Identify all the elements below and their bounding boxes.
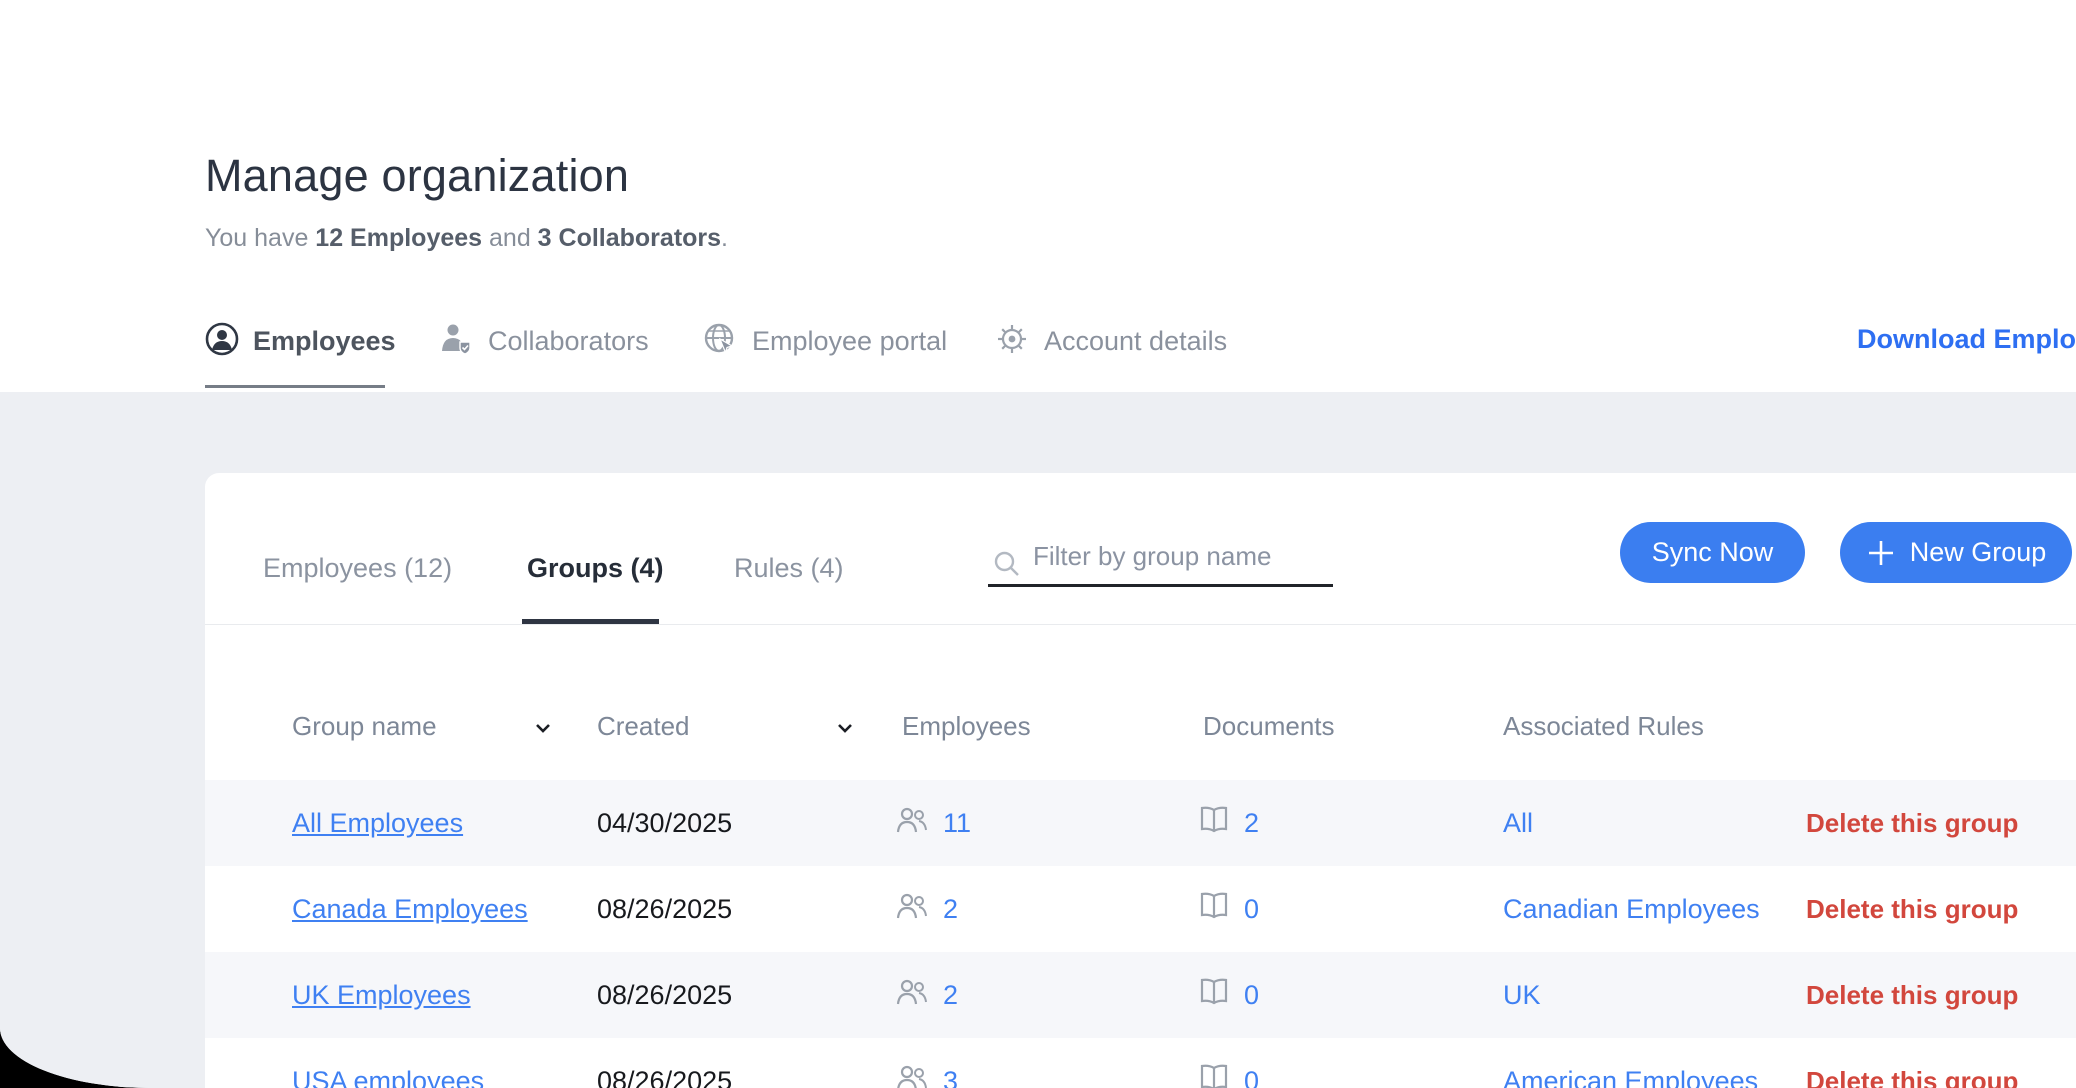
open-book-icon: [1198, 805, 1230, 842]
group-name-link[interactable]: UK Employees: [292, 980, 471, 1011]
employee-count-link[interactable]: 11: [943, 808, 971, 839]
tab-employees[interactable]: Employees: [205, 318, 396, 364]
person-shield-icon: [438, 321, 474, 362]
card-tabs-divider: [205, 624, 2076, 625]
new-group-button[interactable]: New Group: [1840, 522, 2072, 583]
table-row: Canada Employees 08/26/2025 2 0 Canadian…: [205, 866, 2076, 952]
sort-chevron-group-name[interactable]: [531, 716, 555, 745]
table-row: UK Employees 08/26/2025 2 0 UK Delete th…: [205, 952, 2076, 1038]
summary-prefix: You have: [205, 224, 315, 252]
groups-table-body: All Employees 04/30/2025 11 2 All Delete…: [205, 780, 2076, 1088]
associated-rule-link[interactable]: Canadian Employees: [1503, 866, 1760, 952]
summary-employee-count: 12 Employees: [315, 224, 482, 252]
org-summary: You have 12 Employees and 3 Collaborator…: [205, 224, 728, 253]
employee-count-link[interactable]: 2: [943, 980, 958, 1011]
delete-group-link[interactable]: Delete this group: [1806, 866, 2018, 952]
groups-card: Employees (12) Groups (4) Rules (4) Sync…: [205, 473, 2076, 1088]
download-employee-link[interactable]: Download Employee: [1857, 324, 2076, 355]
summary-suffix: .: [721, 224, 728, 252]
open-book-icon: [1198, 1063, 1230, 1088]
app-window: Manage organization You have 12 Employee…: [0, 0, 2076, 1088]
person-circle-icon: [205, 322, 239, 361]
associated-rule-link[interactable]: All: [1503, 780, 1533, 866]
document-count-link[interactable]: 2: [1244, 808, 1259, 839]
gear-icon: [994, 321, 1030, 362]
delete-group-link[interactable]: Delete this group: [1806, 780, 2018, 866]
plus-icon: [1866, 538, 1896, 568]
delete-group-link[interactable]: Delete this group: [1806, 1038, 2018, 1088]
tab-account-details[interactable]: Account details: [994, 318, 1227, 364]
globe-cursor-icon: [702, 321, 738, 362]
column-header-group-name[interactable]: Group name: [292, 711, 437, 742]
document-count-link[interactable]: 0: [1244, 894, 1259, 925]
tab-employee-portal-label: Employee portal: [752, 326, 947, 357]
associated-rule-link[interactable]: UK: [1503, 952, 1541, 1038]
open-book-icon: [1198, 891, 1230, 928]
table-row: USA employees 08/26/2025 3 0 American Em…: [205, 1038, 2076, 1088]
sort-chevron-created[interactable]: [833, 716, 857, 745]
tab-employees-label: Employees: [253, 326, 396, 357]
group-name-link[interactable]: All Employees: [292, 808, 463, 839]
associated-rule-link[interactable]: American Employees: [1503, 1038, 1758, 1088]
employee-count-link[interactable]: 3: [943, 1066, 958, 1088]
created-date: 04/30/2025: [597, 780, 732, 866]
summary-middle: and: [482, 224, 538, 252]
tab-account-details-label: Account details: [1044, 326, 1227, 357]
card-tab-groups[interactable]: Groups (4): [527, 551, 664, 585]
table-row: All Employees 04/30/2025 11 2 All Delete…: [205, 780, 2076, 866]
tab-employee-portal[interactable]: Employee portal: [702, 318, 947, 364]
column-header-employees: Employees: [902, 711, 1031, 742]
column-header-associated-rules: Associated Rules: [1503, 711, 1704, 742]
tab-collaborators-label: Collaborators: [488, 326, 649, 357]
created-date: 08/26/2025: [597, 952, 732, 1038]
column-header-documents: Documents: [1203, 711, 1335, 742]
screen: Manage organization You have 12 Employee…: [0, 0, 2076, 1088]
filter-by-group-name-input[interactable]: [988, 535, 1333, 587]
group-name-link[interactable]: Canada Employees: [292, 894, 528, 925]
card-tab-rules[interactable]: Rules (4): [734, 551, 844, 585]
document-count-link[interactable]: 0: [1244, 980, 1259, 1011]
active-tab-underline: [205, 385, 385, 388]
sync-now-button[interactable]: Sync Now: [1620, 522, 1805, 583]
created-date: 08/26/2025: [597, 1038, 732, 1088]
page-title: Manage organization: [205, 150, 629, 202]
delete-group-link[interactable]: Delete this group: [1806, 952, 2018, 1038]
people-icon: [895, 1063, 929, 1088]
new-group-label: New Group: [1910, 537, 2047, 568]
summary-collaborator-count: 3 Collaborators: [538, 224, 721, 252]
employee-count-link[interactable]: 2: [943, 894, 958, 925]
document-count-link[interactable]: 0: [1244, 1066, 1259, 1088]
column-header-created[interactable]: Created: [597, 711, 690, 742]
open-book-icon: [1198, 977, 1230, 1014]
tab-collaborators[interactable]: Collaborators: [438, 318, 649, 364]
people-icon: [895, 805, 929, 842]
group-name-link[interactable]: USA employees: [292, 1066, 484, 1088]
sync-now-label: Sync Now: [1652, 537, 1774, 568]
card-tab-employees[interactable]: Employees (12): [263, 551, 452, 585]
people-icon: [895, 977, 929, 1014]
page-header: Manage organization You have 12 Employee…: [0, 0, 2076, 392]
people-icon: [895, 891, 929, 928]
group-filter: [988, 535, 1333, 589]
created-date: 08/26/2025: [597, 866, 732, 952]
